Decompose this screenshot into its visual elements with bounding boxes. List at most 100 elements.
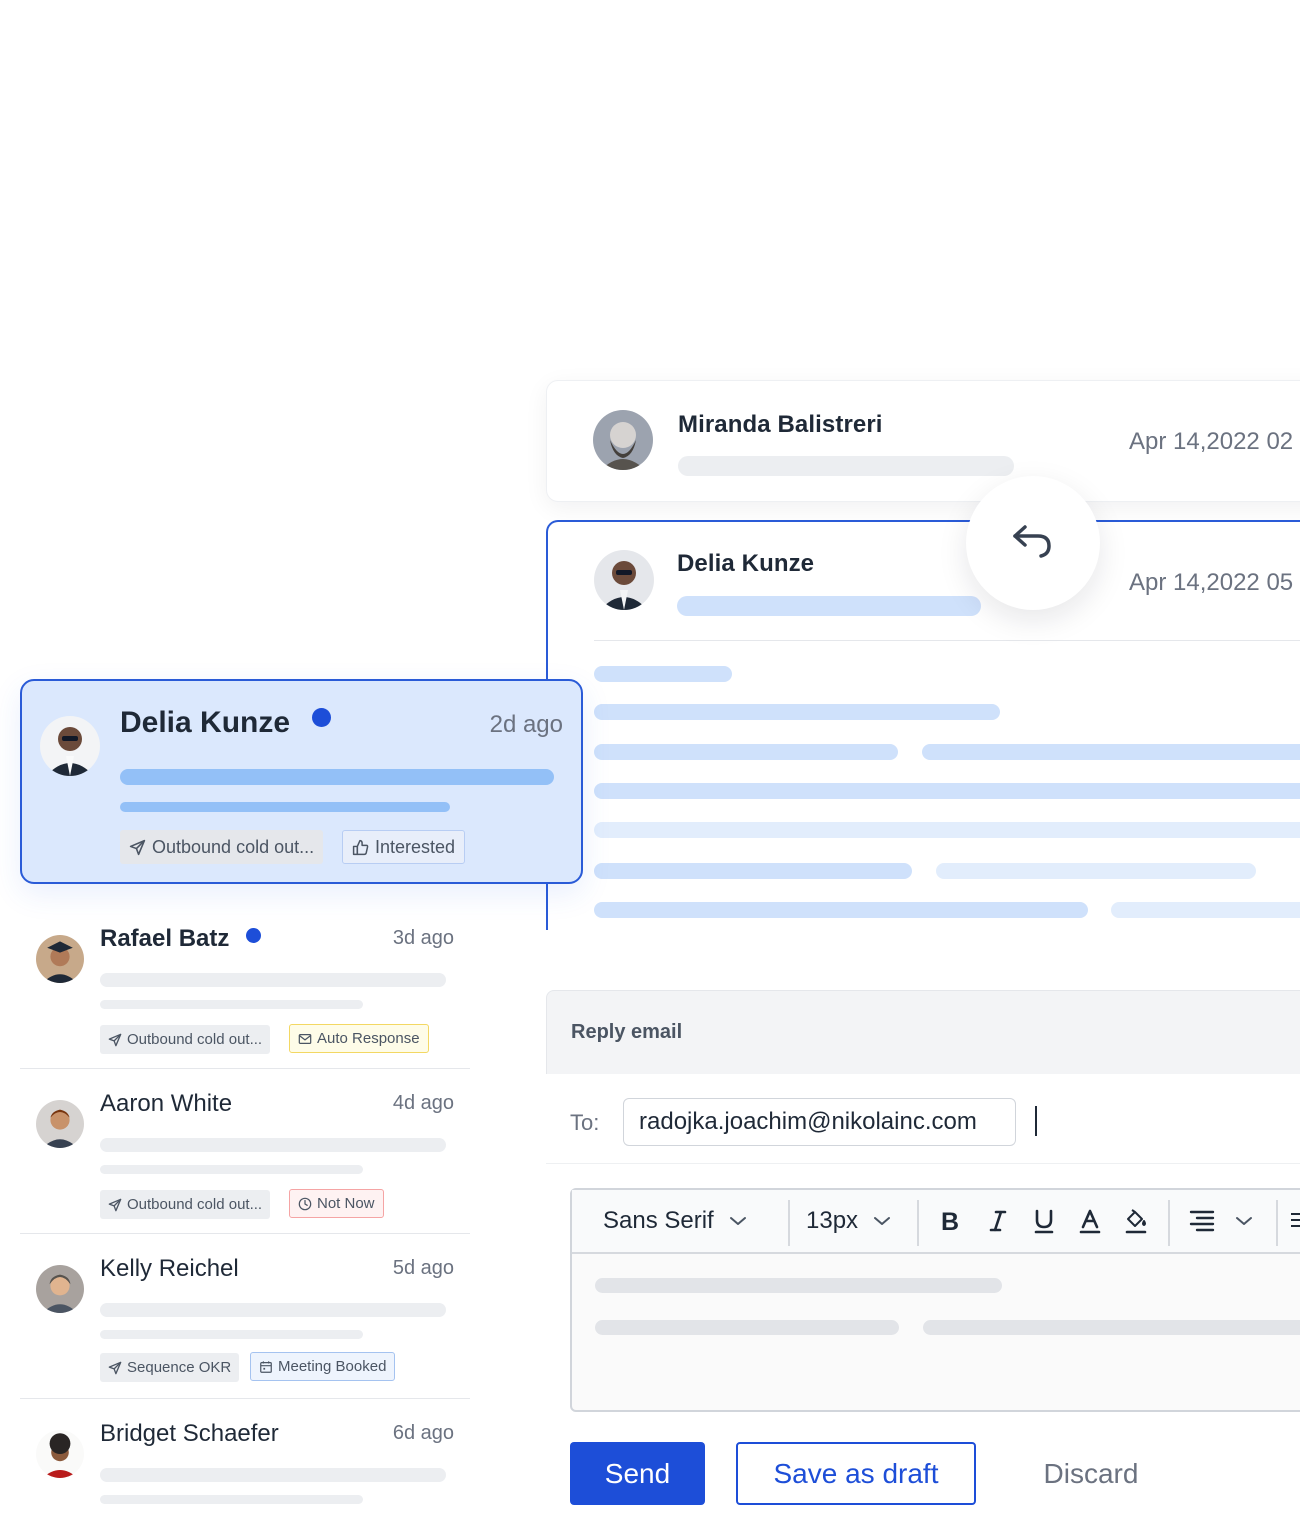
italic-button[interactable]	[982, 1205, 1014, 1237]
preview-placeholder	[678, 456, 1014, 476]
preview-placeholder	[100, 1000, 363, 1009]
align-right-icon	[1189, 1210, 1215, 1232]
to-label: To:	[570, 1110, 600, 1135]
thread-message-card-expanded[interactable]: Delia Kunze Apr 14,2022 05	[546, 520, 1300, 960]
bold-button[interactable]: B	[934, 1205, 966, 1237]
save-draft-button[interactable]: Save as draft	[736, 1442, 976, 1505]
preview-placeholder	[100, 1138, 446, 1152]
preview-placeholder	[100, 1165, 363, 1174]
contact-name: Aaron White	[100, 1090, 233, 1117]
preview-placeholder	[120, 769, 554, 785]
text-cursor[interactable]	[1035, 1106, 1037, 1136]
preview-placeholder	[100, 973, 446, 987]
status-tag: Not Now	[289, 1189, 384, 1218]
underline-icon	[1034, 1209, 1054, 1234]
avatar	[593, 410, 653, 470]
toolbar-separator	[1168, 1200, 1170, 1246]
preview-placeholder	[100, 1468, 446, 1482]
campaign-tag: Outbound cold out...	[100, 1190, 271, 1219]
preview-placeholder	[100, 1303, 446, 1317]
status-tag: Meeting Booked	[250, 1352, 396, 1381]
reply-button[interactable]	[966, 476, 1100, 610]
inbox-item[interactable]: Bridget Schaefer 6d ago	[20, 1420, 470, 1520]
contact-name: Kelly Reichel	[100, 1255, 239, 1282]
send-icon	[108, 1361, 122, 1374]
list-button[interactable]	[1286, 1205, 1300, 1237]
font-family-select[interactable]: Sans Serif	[603, 1190, 748, 1252]
recipient-chip[interactable]: radojka.joachim@nikolainc.com	[623, 1098, 1016, 1146]
send-icon	[129, 839, 146, 855]
auto-response-icon	[298, 1033, 312, 1044]
campaign-tag: Outbound cold out...	[120, 830, 324, 864]
sender-name: Delia Kunze	[677, 550, 815, 577]
send-icon	[108, 1198, 122, 1211]
reply-email-header: Reply email	[546, 990, 1300, 1074]
thumbs-up-icon	[352, 839, 369, 855]
sender-name: Miranda Balistreri	[678, 411, 883, 438]
contact-name: Delia Kunze	[120, 706, 332, 740]
calendar-icon	[260, 1360, 272, 1373]
divider	[20, 1068, 470, 1069]
avatar	[594, 550, 654, 610]
italic-icon	[989, 1210, 1007, 1232]
message-date: Apr 14,2022 05	[1129, 569, 1294, 596]
campaign-tag: Sequence OKR	[100, 1353, 240, 1382]
paint-bucket-icon	[1125, 1209, 1147, 1234]
contact-name: Rafael Batz	[100, 925, 262, 953]
toolbar-separator	[917, 1200, 919, 1246]
send-icon	[108, 1033, 122, 1046]
avatar	[36, 1100, 84, 1148]
formatting-toolbar: Sans Serif 13px B	[572, 1190, 1300, 1254]
reply-email-title: Reply email	[571, 1021, 683, 1043]
received-time: 5d ago	[392, 1257, 454, 1279]
highlight-color-button[interactable]	[1120, 1205, 1152, 1237]
status-tag: Interested	[342, 830, 466, 864]
divider	[20, 1233, 470, 1234]
reply-arrow-icon	[1011, 521, 1055, 566]
message-editor[interactable]: Sans Serif 13px B	[570, 1188, 1300, 1412]
underline-button[interactable]	[1028, 1205, 1060, 1237]
preview-placeholder	[100, 1330, 363, 1339]
toolbar-separator	[1276, 1200, 1278, 1246]
divider	[594, 640, 1300, 641]
toolbar-separator	[788, 1200, 790, 1246]
received-time: 4d ago	[392, 1092, 454, 1114]
contact-name: Bridget Schaefer	[100, 1420, 279, 1447]
avatar	[40, 716, 100, 776]
avatar	[36, 1430, 84, 1478]
bold-icon: B	[941, 1209, 959, 1233]
preview-placeholder	[100, 1495, 363, 1504]
divider	[20, 1398, 470, 1399]
unread-dot	[246, 928, 262, 943]
avatar	[36, 935, 84, 983]
inbox-item[interactable]: Aaron White 4d ago Outbound cold out... …	[20, 1090, 470, 1255]
chevron-down-icon	[729, 1217, 746, 1225]
thread-message-card[interactable]: Miranda Balistreri Apr 14,2022 02	[546, 380, 1300, 502]
font-size-select[interactable]: 13px	[806, 1190, 892, 1252]
list-icon	[1291, 1213, 1300, 1227]
received-time: 6d ago	[392, 1422, 454, 1444]
inbox-item-active[interactable]: Delia Kunze 2d ago Outbound cold out... …	[20, 679, 583, 884]
chevron-down-icon	[1236, 1217, 1252, 1225]
message-date: Apr 14,2022 02	[1129, 428, 1294, 455]
preview-placeholder	[120, 802, 450, 812]
received-time: 3d ago	[392, 927, 454, 949]
chevron-down-icon	[874, 1217, 891, 1225]
recipient-row: To: radojka.joachim@nikolainc.com	[546, 1074, 1300, 1164]
fade-overlay	[530, 930, 1300, 980]
campaign-tag: Outbound cold out...	[100, 1025, 271, 1054]
unread-dot	[312, 708, 332, 727]
clock-icon	[298, 1197, 312, 1210]
align-dropdown-button[interactable]	[1228, 1205, 1260, 1237]
received-time: 2d ago	[489, 711, 563, 738]
avatar	[36, 1265, 84, 1313]
text-color-button[interactable]	[1074, 1205, 1106, 1237]
send-button[interactable]: Send	[570, 1442, 705, 1505]
discard-button[interactable]: Discard	[1020, 1442, 1162, 1505]
preview-placeholder	[677, 596, 981, 616]
svg-text:B: B	[941, 1209, 959, 1233]
inbox-item[interactable]: Kelly Reichel 5d ago Sequence OKR Meetin…	[20, 1255, 470, 1420]
align-button[interactable]	[1186, 1205, 1218, 1237]
inbox-item[interactable]: Rafael Batz 3d ago Outbound cold out... …	[20, 925, 470, 1090]
status-tag: Auto Response	[289, 1024, 429, 1053]
